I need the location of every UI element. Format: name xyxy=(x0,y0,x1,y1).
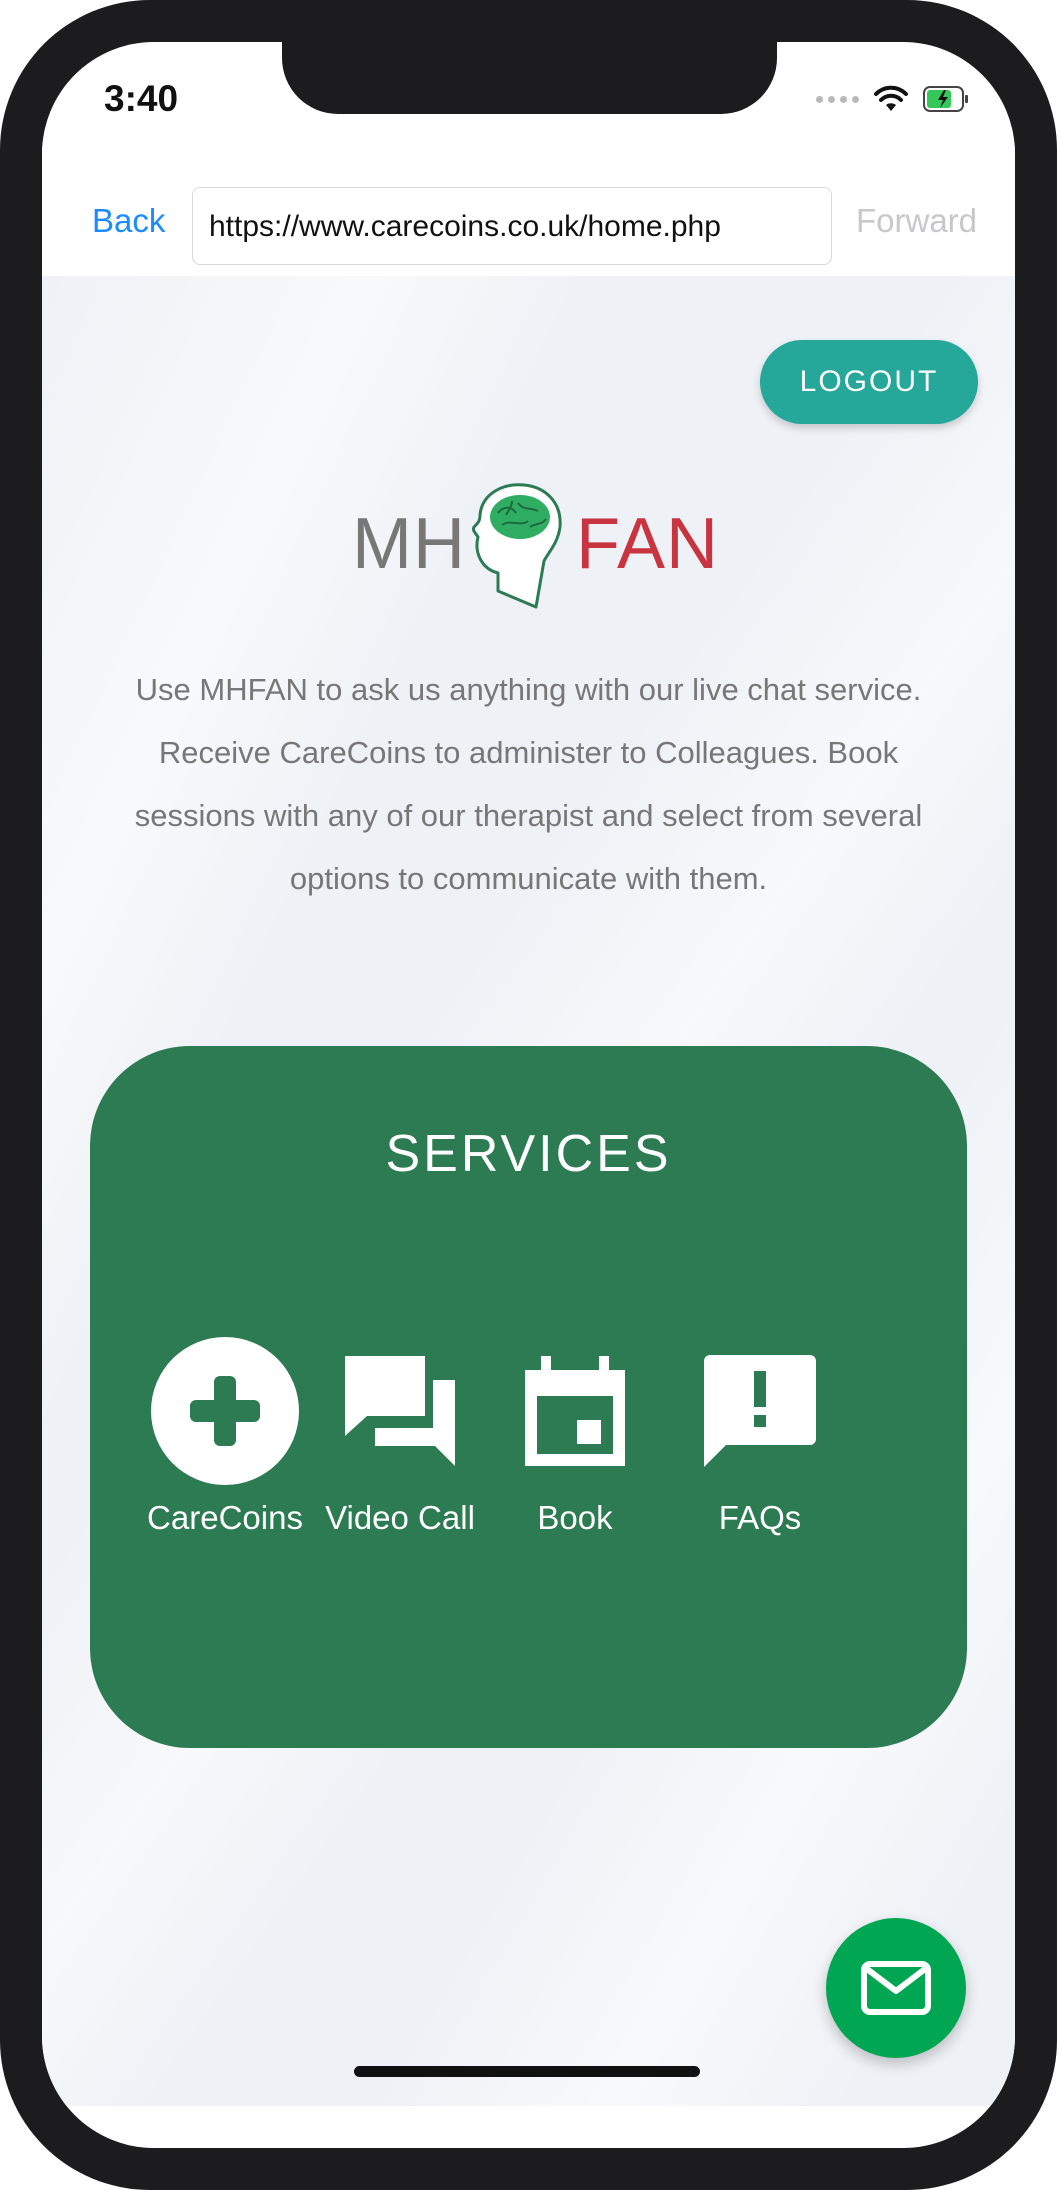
service-label: FAQs xyxy=(718,1499,802,1536)
browser-toolbar: Back https://www.carecoins.co.uk/home.ph… xyxy=(42,142,1015,276)
phone-frame: 3:40 Back https://www.carecoins.co.uk/ho… xyxy=(0,0,1057,2190)
intro-text: Use MHFAN to ask us anything with our li… xyxy=(134,672,923,896)
service-carecoins[interactable]: CareCoins xyxy=(140,1336,310,1549)
mhfan-logo: MH FAN xyxy=(352,481,718,611)
alert-message-icon xyxy=(704,1355,816,1467)
logo-text-left: MH xyxy=(352,504,466,584)
battery-icon xyxy=(923,86,968,112)
logo-text-right: FAN xyxy=(576,504,720,584)
forward-button[interactable]: Forward xyxy=(856,204,977,237)
wifi-icon xyxy=(874,85,908,111)
calendar-icon xyxy=(525,1356,625,1466)
services-title: SERVICES xyxy=(385,1125,672,1183)
plus-circle-icon xyxy=(151,1337,299,1485)
mail-icon xyxy=(861,1961,931,2015)
page-content: LOGOUT MH FAN Use MHFAN to ask us anythi… xyxy=(42,276,1015,2106)
service-faqs[interactable]: FAQs xyxy=(695,1336,825,1549)
url-field[interactable]: https://www.carecoins.co.uk/home.php xyxy=(192,187,832,265)
message-fab[interactable] xyxy=(826,1918,966,2058)
service-label: Book xyxy=(537,1499,613,1536)
status-icons xyxy=(816,84,969,114)
services-panel: SERVICES CareCoins Video Call Book FAQs xyxy=(90,1046,967,1748)
service-label: Video Call xyxy=(325,1499,475,1536)
logout-button[interactable]: LOGOUT xyxy=(760,340,978,424)
chat-bubbles-icon xyxy=(345,1356,455,1466)
notch xyxy=(282,42,777,114)
service-video-call[interactable]: Video Call xyxy=(325,1336,475,1549)
brain-head-icon xyxy=(472,483,562,609)
cellular-signal-icon xyxy=(816,95,859,103)
status-time: 3:40 xyxy=(104,78,179,119)
back-button[interactable]: Back xyxy=(92,204,165,237)
screen: 3:40 Back https://www.carecoins.co.uk/ho… xyxy=(42,42,1015,2148)
home-indicator[interactable] xyxy=(354,2066,700,2077)
service-book[interactable]: Book xyxy=(510,1336,640,1549)
service-label: CareCoins xyxy=(147,1499,303,1536)
